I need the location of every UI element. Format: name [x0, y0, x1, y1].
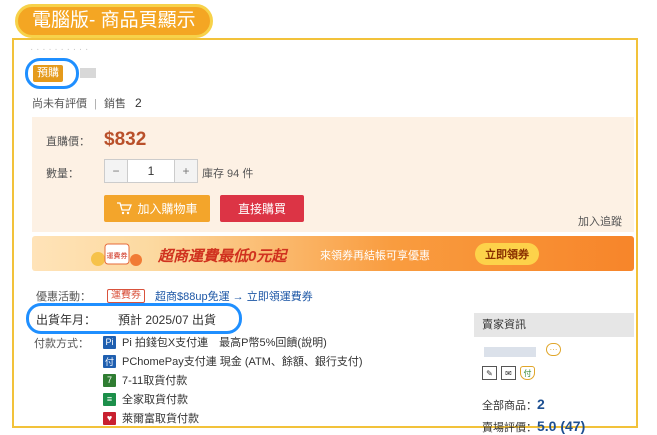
payment-method-row: 付 PChomePay支付連 現金 (ATM、餘額、銀行支付): [103, 353, 363, 369]
mail-icon[interactable]: ✉: [501, 366, 516, 380]
separator: |: [94, 98, 97, 110]
hilife-icon: ♥: [103, 411, 116, 425]
payment-method-row: Pi Pi 拍錢包X支付連 最高P幣5%回饋(說明): [103, 334, 327, 350]
buy-now-button[interactable]: 直接購買: [220, 195, 304, 222]
shipping-label: 出貨年月：: [36, 313, 97, 327]
payment-method-text: 萊爾富取貨付款: [122, 413, 199, 425]
seller-rating-stat: 賣場評價：5.0 (47): [482, 418, 585, 435]
price-label: 直購價：: [46, 136, 90, 148]
payment-method-text: Pi 拍錢包X支付連 最高P幣5%回饋(說明): [122, 337, 327, 349]
quantity-input[interactable]: 1: [127, 160, 175, 182]
sales-label: 銷售: [103, 98, 126, 110]
cart-icon: [117, 202, 133, 215]
promo-row: 優惠活動： 運費券 超商$88up免運 → 立即領運費券: [36, 288, 313, 304]
seller-name-blurred[interactable]: [484, 347, 536, 357]
payment-method-row: ♥ 萊爾富取貨付款: [103, 410, 199, 426]
promo-label: 優惠活動：: [36, 291, 91, 303]
banner-headline: 超商運費最低0元起: [158, 248, 287, 265]
banner-subtext: 來領券再結帳可享優惠: [320, 250, 430, 262]
rating-text[interactable]: 尚未有評價: [32, 98, 87, 110]
sales-value: 2: [135, 96, 142, 110]
payment-method-text: 全家取貨付款: [122, 394, 188, 406]
rating-line: 尚未有評價 | 銷售 2: [32, 95, 142, 111]
all-products-stat: 全部商品：2: [482, 396, 545, 413]
quantity-plus-button[interactable]: +: [175, 160, 197, 182]
stock-text: 庫存 94 件: [202, 168, 254, 180]
price: $832: [104, 129, 147, 150]
promo-badge: 運費券: [107, 289, 145, 303]
all-products-label: 全部商品：: [482, 400, 537, 412]
quantity-label: 數量：: [46, 168, 79, 180]
verified-shield-icon: 付: [520, 366, 535, 380]
seller-header: 賣家資訊: [474, 313, 634, 337]
seven-eleven-icon: 7: [103, 373, 116, 387]
edit-note-icon: ✎: [482, 366, 497, 380]
seller-rating-label: 賣場評價：: [482, 422, 537, 434]
payment-method-row: 7 7-11取貨付款: [103, 372, 187, 388]
shipping-value: 預計 2025/07 出貨: [118, 313, 217, 327]
payment-method-row: ≡ 全家取貨付款: [103, 391, 188, 407]
claim-coupon-button[interactable]: 立即領券: [475, 243, 539, 265]
page-title: 電腦版- 商品頁顯示: [15, 4, 213, 38]
payment-method-text: PChomePay支付連 現金 (ATM、餘額、銀行支付): [122, 356, 363, 368]
banner-coupon-tag: 運費券: [107, 251, 128, 260]
pchomepay-icon: 付: [103, 354, 116, 368]
coupon-illustration-icon: 運費券: [91, 243, 142, 266]
familymart-icon: ≡: [103, 392, 116, 406]
quantity-stepper: − 1 +: [104, 159, 198, 183]
preorder-badge: 預購: [33, 65, 63, 82]
seller-rating-value[interactable]: 5.0 (47): [537, 418, 585, 434]
pi-icon: Pi: [103, 335, 116, 349]
add-to-cart-button[interactable]: 加入購物車: [104, 195, 210, 222]
chat-icon[interactable]: ···: [546, 343, 561, 356]
quantity-minus-button[interactable]: −: [105, 160, 127, 182]
all-products-value[interactable]: 2: [537, 396, 545, 412]
purchase-box: 直購價： $832 數量： − 1 + 庫存 94 件 加入購物車 直接購買 加…: [32, 117, 634, 232]
coupon-banner[interactable]: 運費券 超商運費最低0元起 來領券再結帳可享優惠 立即領券: [32, 236, 634, 271]
promo-link[interactable]: 超商$88up免運 → 立即領運費券: [155, 288, 313, 304]
product-name-blurred: [80, 68, 96, 78]
seller-badges: ✎ ✉ 付: [482, 366, 535, 380]
faded-breadcrumb: · · · · · · · · · ·: [30, 44, 89, 55]
payment-method-text: 7-11取貨付款: [122, 375, 188, 387]
add-to-track-link[interactable]: 加入追蹤: [578, 213, 622, 229]
payment-label: 付款方式：: [34, 338, 89, 350]
add-to-cart-label: 加入購物車: [137, 202, 198, 216]
